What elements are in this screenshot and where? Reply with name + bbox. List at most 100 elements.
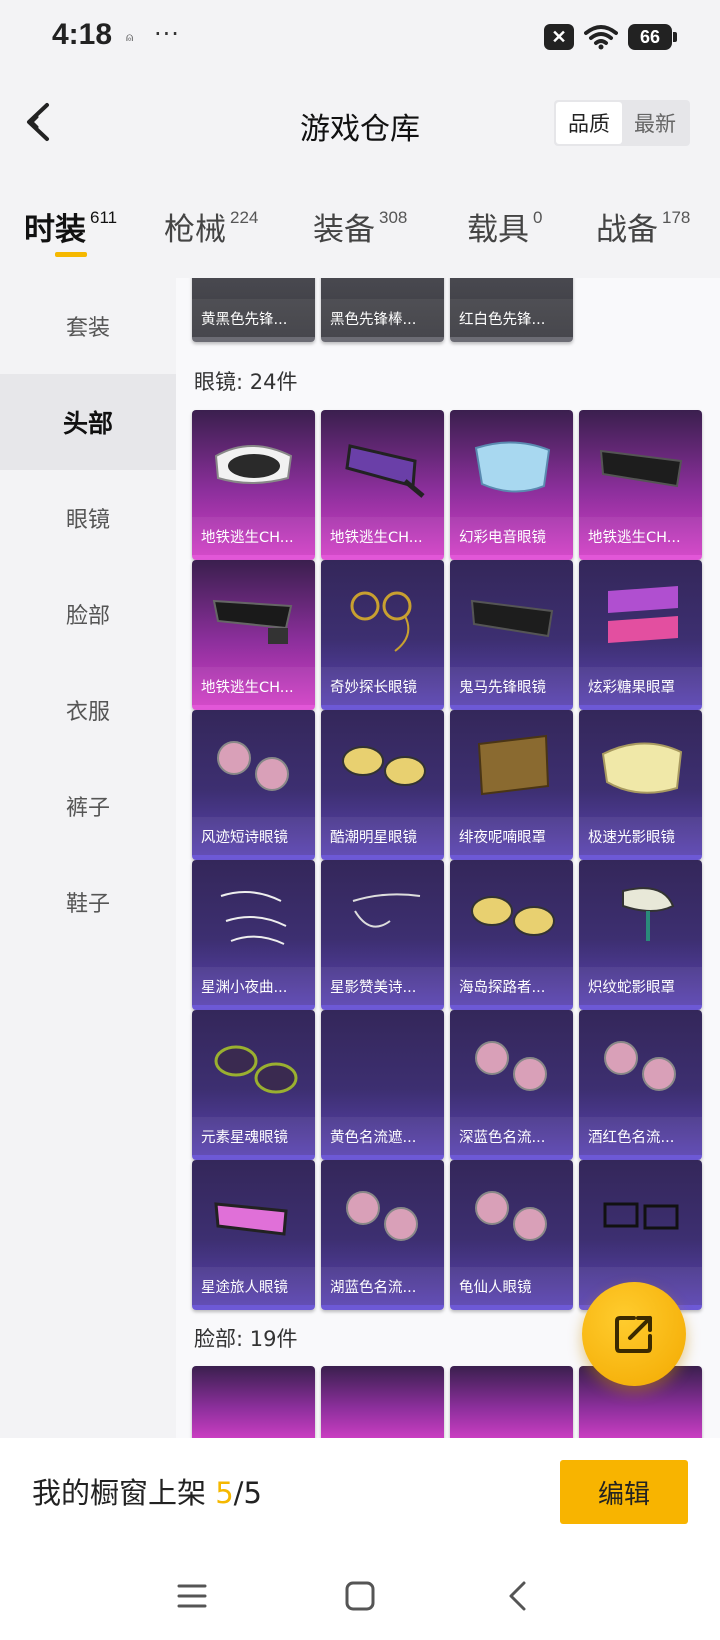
item-card[interactable]: 奇妙探长眼镜 (321, 560, 444, 710)
tab-equipment[interactable]: 装备 308 (313, 204, 407, 249)
showcase-count: 5 (215, 1476, 234, 1510)
tab-label: 时装 (24, 212, 86, 248)
menu-icon (177, 1584, 207, 1608)
item-name: 元素星魂眼镜 (192, 1117, 315, 1155)
sort-toggle: 品质 最新 (554, 100, 690, 146)
tab-label: 载具 (467, 212, 529, 248)
sidebar-item-pants[interactable]: 裤子 (0, 758, 176, 854)
shield-visor-icon (474, 441, 551, 493)
sidebar-item-shoes[interactable]: 鞋子 (0, 854, 176, 950)
wifi-icon (584, 25, 618, 50)
item-card[interactable]: 地铁逃生CH... (192, 560, 315, 710)
item-name: 海岛探路者... (450, 967, 573, 1005)
item-name: 地铁逃生CH... (321, 517, 444, 555)
item-card[interactable]: 黑色先锋棒... (321, 278, 444, 342)
showcase-bar: 我的橱窗上架 5/5 编辑 (0, 1438, 720, 1548)
item-card[interactable]: 炽纹蛇影眼罩 (579, 860, 702, 1010)
item-card[interactable]: 湖蓝色名流... (321, 1160, 444, 1310)
item-card[interactable]: 星影赞美诗... (321, 860, 444, 1010)
item-card[interactable]: 酷潮明星眼镜 (321, 710, 444, 860)
system-nav-bar (0, 1548, 720, 1640)
sidebar-item-face[interactable]: 脸部 (0, 566, 176, 662)
item-name: 龟仙人眼镜 (450, 1267, 573, 1305)
showcase-text: 我的橱窗上架 (32, 1476, 216, 1510)
aviator-icon (471, 896, 555, 936)
item-card[interactable]: 红白色先锋... (450, 278, 573, 342)
item-card[interactable]: 地铁逃生CH... (321, 410, 444, 560)
item-card[interactable] (192, 1366, 315, 1438)
item-name: 星渊小夜曲... (192, 967, 315, 1005)
sidebar-item-glasses[interactable]: 眼镜 (0, 470, 176, 566)
sidebar-item-sets[interactable]: 套装 (0, 278, 176, 374)
tab-count: 308 (379, 208, 408, 227)
tab-label: 战备 (596, 212, 658, 248)
glasses-section-title: 眼镜: 24件 (194, 370, 298, 394)
sidebar-item-head[interactable]: 头部 (0, 374, 176, 470)
tab-supplies[interactable]: 战备 178 (596, 204, 690, 249)
item-name: 黄色名流遮... (321, 1117, 444, 1155)
item-card[interactable] (450, 1366, 573, 1438)
item-card[interactable]: 极速光影眼镜 (579, 710, 702, 860)
share-button[interactable] (582, 1282, 686, 1386)
honeycomb-visor-icon (601, 742, 683, 794)
sport-glasses-icon (214, 1045, 298, 1094)
home-button[interactable] (340, 1576, 380, 1616)
tab-firearms[interactable]: 枪械 224 (164, 204, 258, 249)
share-icon (615, 1316, 652, 1353)
active-tab-indicator (55, 252, 87, 257)
item-card[interactable]: 地铁逃生CH... (192, 410, 315, 560)
status-time: 4:18 (52, 18, 113, 51)
item-card[interactable]: 星渊小夜曲... (192, 860, 315, 1010)
item-card[interactable]: 地铁逃生CH... (579, 410, 702, 560)
item-card[interactable]: 龟仙人眼镜 (450, 1160, 573, 1310)
item-card[interactable]: 海岛探路者... (450, 860, 573, 1010)
half-frame-icon (352, 893, 421, 928)
item-name: 极速光影眼镜 (579, 817, 702, 855)
tab-vehicles[interactable]: 载具 0 (467, 204, 542, 249)
item-name: 炫彩糖果眼罩 (579, 667, 702, 705)
tab-count: 224 (230, 208, 259, 227)
item-card[interactable]: 深蓝色名流... (450, 1010, 573, 1160)
item-card[interactable]: 酒红色名流... (579, 1010, 702, 1160)
monocle-icon (350, 591, 412, 652)
item-card[interactable]: 元素星魂眼镜 (192, 1010, 315, 1160)
item-name: 地铁逃生CH... (192, 517, 315, 555)
item-card[interactable]: 绯夜呢喃眼罩 (450, 710, 573, 860)
item-card[interactable]: 幻彩电音眼镜 (450, 410, 573, 560)
ski-goggles-icon (214, 1202, 288, 1236)
status-bar: 4:18 ⍝ ··· ✕ 66 (0, 0, 720, 80)
face-section-title: 脸部: 19件 (194, 1327, 298, 1351)
item-name: 星途旅人眼镜 (192, 1267, 315, 1305)
back-nav-icon (509, 1581, 526, 1611)
more-notifications-icon: ··· (154, 20, 180, 48)
sort-by-quality[interactable]: 品质 (556, 102, 622, 144)
visor-icon (345, 444, 425, 498)
back-nav-button[interactable] (498, 1576, 538, 1616)
item-name: 地铁逃生CH... (579, 517, 702, 555)
item-card[interactable]: 星途旅人眼镜 (192, 1160, 315, 1310)
item-card[interactable]: 黄色名流遮... (321, 1010, 444, 1160)
status-icons: ✕ 66 (544, 24, 677, 50)
item-card[interactable]: 炫彩糖果眼罩 (579, 560, 702, 710)
tab-fashion[interactable]: 时装 611 (24, 204, 117, 249)
notification-icon: ⍝ (126, 30, 134, 44)
rect-glasses-icon (603, 1202, 679, 1230)
tab-count: 0 (533, 208, 543, 227)
snake-mask-icon (622, 887, 675, 941)
item-name: 风迹短诗眼镜 (192, 817, 315, 855)
item-card[interactable]: 黄黑色先锋... (192, 278, 315, 342)
candy-mask-icon (608, 586, 678, 643)
sidebar-item-clothes[interactable]: 衣服 (0, 662, 176, 758)
header: 游戏仓库 品质 最新 (0, 80, 720, 170)
item-card[interactable]: 鬼马先锋眼镜 (450, 560, 573, 710)
edit-button[interactable]: 编辑 (560, 1460, 688, 1524)
item-card[interactable] (321, 1366, 444, 1438)
sunglasses-icon (599, 449, 683, 488)
category-tabs: 时装 611 枪械 224 装备 308 载具 0 战备 178 (0, 190, 720, 270)
item-card[interactable]: 风迹短诗眼镜 (192, 710, 315, 860)
round-glasses-icon (217, 741, 289, 791)
menu-button[interactable] (172, 1576, 212, 1616)
goggles-icon (214, 445, 293, 484)
lace-mask-icon (477, 734, 550, 796)
sort-by-newest[interactable]: 最新 (622, 102, 688, 144)
